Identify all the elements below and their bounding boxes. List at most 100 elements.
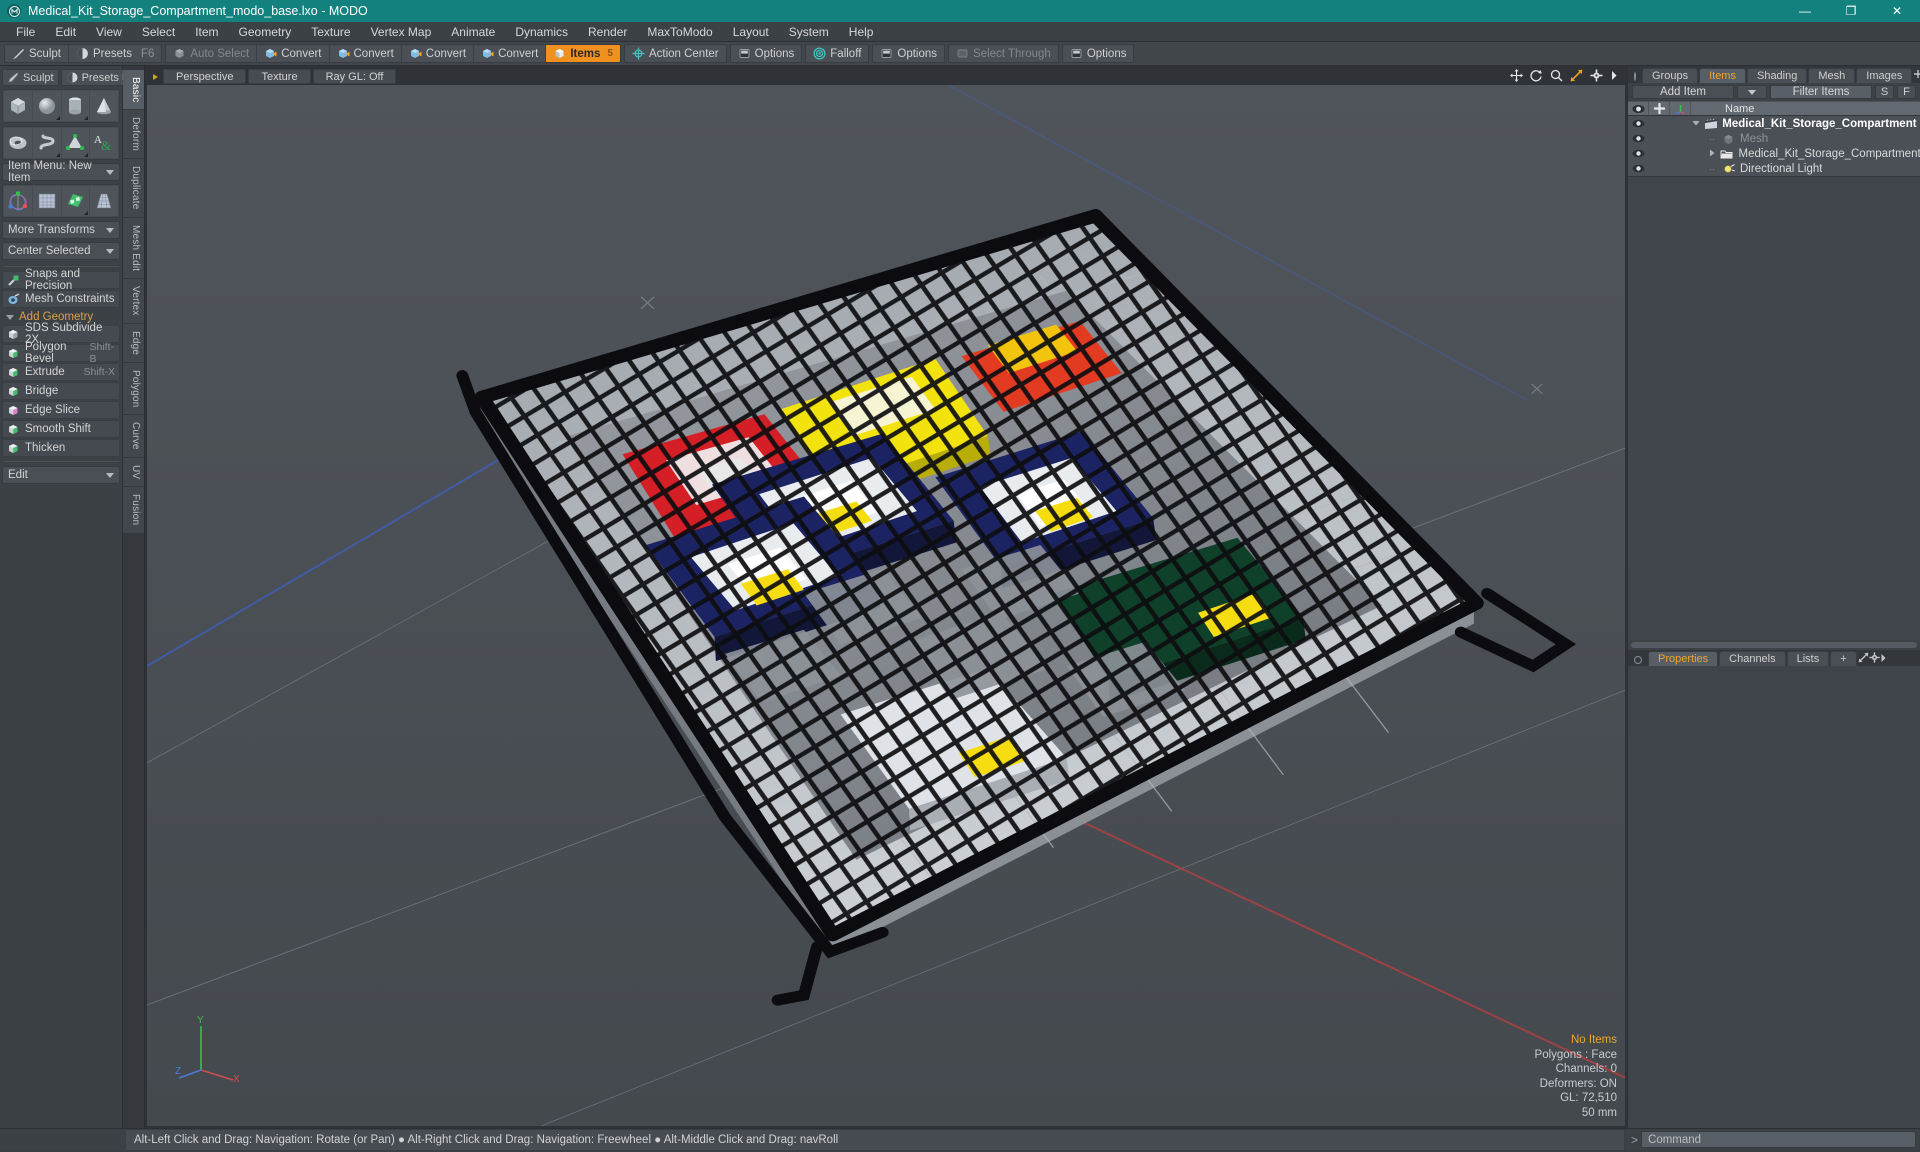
toolbar-button-convert[interactable]: Convert — [402, 45, 475, 62]
geometry-tool-bridge[interactable]: Bridge — [2, 382, 120, 400]
properties-tab-channels[interactable]: Channels — [1719, 650, 1786, 666]
right-tab-images[interactable]: Images — [1856, 68, 1913, 83]
menu-item-geometry[interactable]: Geometry — [229, 22, 302, 42]
mesh-constraints-button[interactable]: Mesh Constraints — [2, 290, 120, 308]
menu-item-help[interactable]: Help — [839, 22, 884, 42]
vertical-tab-uv[interactable]: UV — [123, 458, 144, 488]
menu-item-view[interactable]: View — [86, 22, 132, 42]
vertical-tab-duplicate[interactable]: Duplicate — [123, 159, 144, 218]
cube-primitive-button[interactable] — [4, 91, 32, 121]
expander-down-icon[interactable] — [1692, 118, 1700, 130]
chevron-right-icon[interactable] — [1610, 70, 1618, 84]
menu-item-dynamics[interactable]: Dynamics — [505, 22, 578, 42]
toolbar-button-sculpt[interactable]: Sculpt — [5, 45, 69, 62]
helix-primitive-button[interactable] — [32, 128, 61, 158]
menu-item-layout[interactable]: Layout — [723, 22, 779, 42]
properties-body[interactable] — [1628, 665, 1920, 1128]
right-tab-items[interactable]: Items — [1699, 68, 1746, 83]
properties-grip-icon[interactable] — [1634, 655, 1642, 664]
right-tab-mesh-[interactable]: Mesh ... — [1808, 68, 1856, 96]
gear-icon[interactable] — [1869, 651, 1880, 666]
item-menu-dropdown[interactable]: Item Menu: New Item — [2, 160, 120, 184]
viewport-3d[interactable]: Y X Z No Items Polygons : Face Channels:… — [147, 85, 1625, 1126]
tetrahedron-primitive-button[interactable] — [61, 128, 90, 158]
move-icon[interactable] — [1510, 68, 1523, 85]
command-input[interactable]: Command — [1641, 1131, 1916, 1148]
menu-item-animate[interactable]: Animate — [441, 22, 505, 42]
sculpt-button[interactable]: Sculpt — [2, 69, 59, 86]
item-tree-row[interactable]: ·· Directional Light — [1628, 161, 1920, 176]
expand-icon[interactable] — [1858, 652, 1869, 666]
menu-item-vertex-map[interactable]: Vertex Map — [361, 22, 442, 42]
add-item-button[interactable]: Add Item — [1632, 85, 1734, 99]
chevron-right-icon[interactable] — [1880, 652, 1887, 666]
menu-item-system[interactable]: System — [779, 22, 839, 42]
sphere-primitive-button[interactable] — [32, 91, 61, 121]
gear-icon[interactable] — [1590, 69, 1603, 85]
right-tab-groups[interactable]: Groups — [1642, 68, 1699, 83]
menu-item-select[interactable]: Select — [132, 22, 185, 42]
item-tree-row[interactable]: Medical_Kit_Storage_Compartment — [1628, 146, 1920, 161]
vertical-tab-deform[interactable]: Deform — [123, 110, 144, 160]
text-primitive-button[interactable]: A & — [90, 128, 118, 158]
panel-grip-icon[interactable] — [1634, 72, 1636, 81]
bend-grid-button[interactable] — [32, 186, 61, 216]
plus-icon[interactable] — [1913, 69, 1920, 82]
row-visibility-icon[interactable] — [1628, 164, 1649, 173]
properties-tab-lists[interactable]: Lists — [1786, 650, 1830, 666]
viewport-tab-texture[interactable]: Texture — [248, 69, 311, 84]
snaps-and-precision-button[interactable]: Snaps and Precision — [2, 268, 120, 292]
row-visibility-icon[interactable] — [1628, 134, 1649, 143]
toolbar-button-items[interactable]: Items 5 — [546, 45, 620, 62]
viewport-menu-icon[interactable] — [153, 73, 158, 80]
geometry-tool-smooth-shift[interactable]: Smooth Shift — [2, 420, 120, 438]
toolbar-button-convert[interactable]: Convert — [330, 45, 402, 62]
edit-dropdown[interactable]: Edit — [2, 466, 120, 484]
menu-item-edit[interactable]: Edit — [45, 22, 86, 42]
rotate-icon[interactable] — [1530, 69, 1543, 85]
torus-primitive-button[interactable] — [4, 128, 32, 158]
vertical-tab-fusion[interactable]: Fusion — [123, 487, 144, 534]
add-item-dropdown-button[interactable] — [1737, 85, 1767, 99]
cylinder-primitive-button[interactable] — [61, 91, 90, 121]
shear-grid-button[interactable] — [61, 186, 90, 216]
geometry-tool-extrude[interactable]: Extrude Shift-X — [2, 363, 120, 381]
vertical-tab-mesh-edit[interactable]: Mesh Edit — [123, 217, 144, 280]
row-visibility-icon[interactable] — [1628, 119, 1648, 128]
center-selected-dropdown[interactable]: Center Selected — [2, 242, 120, 260]
menu-item-texture[interactable]: Texture — [301, 22, 360, 42]
properties-tab-properties[interactable]: Properties — [1648, 650, 1719, 666]
more-transforms-dropdown[interactable]: More Transforms — [2, 221, 120, 239]
filter-items-input[interactable]: Filter Items — [1770, 85, 1872, 99]
vertical-tab-vertex[interactable]: Vertex — [123, 279, 144, 324]
maximize-button[interactable]: ❐ — [1828, 0, 1874, 22]
vertical-tab-curve[interactable]: Curve — [123, 415, 144, 459]
toolbar-button-falloff[interactable]: Falloff — [806, 45, 868, 62]
geometry-tool-thicken[interactable]: Thicken — [2, 439, 120, 457]
toolbar-button-action-center[interactable]: Action Center — [625, 45, 726, 62]
geometry-tool-edge-slice[interactable]: Edge Slice — [2, 401, 120, 419]
taper-grid-button[interactable] — [90, 186, 118, 216]
viewport-tab-perspective[interactable]: Perspective — [163, 69, 247, 84]
toolbar-button-options[interactable]: Options — [1063, 45, 1134, 62]
close-button[interactable]: ✕ — [1874, 0, 1920, 22]
vertical-tab-edge[interactable]: Edge — [123, 323, 144, 363]
geometry-tool-polygon-bevel[interactable]: Polygon Bevel Shift-B — [2, 341, 120, 365]
filter-f-button[interactable]: F — [1897, 85, 1916, 99]
minimize-button[interactable]: — — [1782, 0, 1828, 22]
item-tree-row[interactable]: Medical_Kit_Storage_Compartment ... — [1628, 116, 1920, 131]
toolbar-button-options[interactable]: Options — [873, 45, 944, 62]
right-tab-shading[interactable]: Shading — [1746, 68, 1808, 83]
toolbar-button-convert[interactable]: Convert — [257, 45, 330, 62]
item-tree-empty-area[interactable] — [1628, 177, 1920, 640]
fit-icon[interactable] — [1570, 68, 1583, 85]
item-tree-row[interactable]: ·· Mesh — [1628, 131, 1920, 146]
menu-item-file[interactable]: File — [6, 22, 45, 42]
viewport-tab-raygl[interactable]: Ray GL: Off — [312, 69, 397, 84]
transform-gizmo-button[interactable] — [4, 186, 32, 216]
item-tree-scrollbar[interactable] — [1628, 639, 1920, 650]
filter-s-button[interactable]: S — [1875, 85, 1894, 99]
toolbar-button-presets[interactable]: Presets F6 — [69, 45, 161, 62]
menu-item-render[interactable]: Render — [578, 22, 637, 42]
properties-tab-+[interactable]: + — [1830, 650, 1857, 666]
